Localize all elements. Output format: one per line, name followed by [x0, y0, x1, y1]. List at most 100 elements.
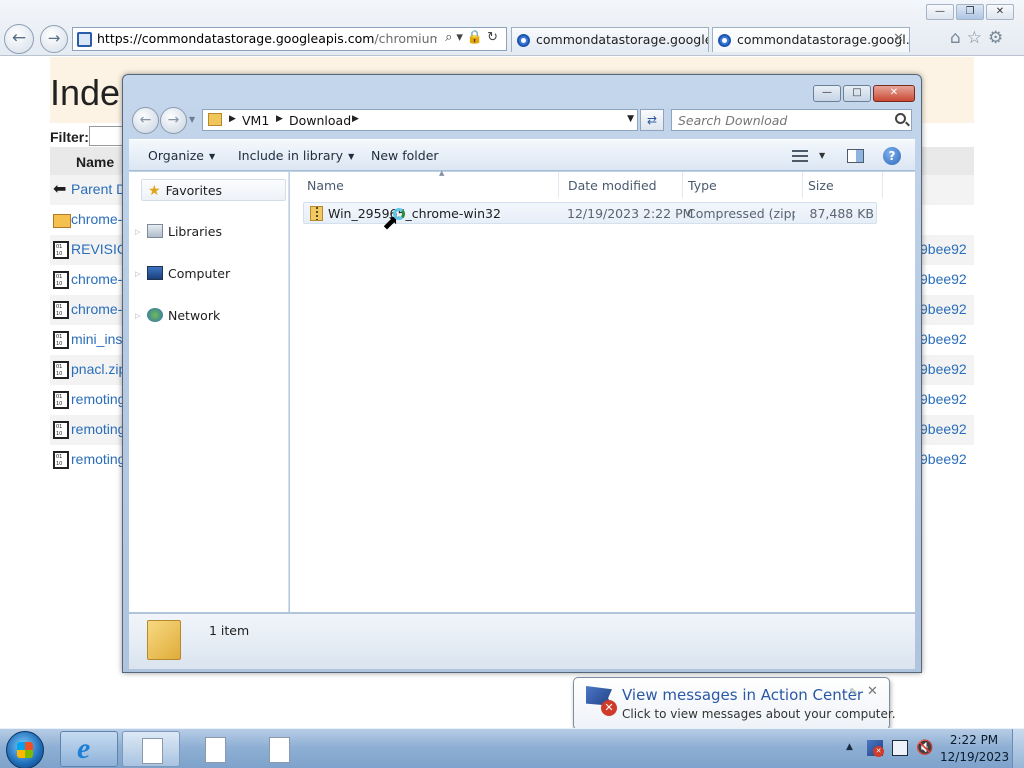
notification-title[interactable]: View messages in Action Center	[622, 686, 863, 704]
notification-close-button[interactable]: ✕	[867, 684, 878, 699]
file-size: 87,488 KB	[809, 206, 874, 221]
row-link[interactable]: chrome-	[71, 211, 122, 227]
tab-close-icon[interactable]: ✕	[893, 31, 904, 46]
row-link[interactable]: chrome-	[71, 271, 122, 287]
show-desktop-button[interactable]	[1012, 729, 1024, 768]
binary-file-icon	[53, 331, 69, 349]
details-pane: 1 item	[129, 613, 915, 669]
expand-arrow-icon[interactable]: ▷	[135, 270, 140, 278]
column-header-size[interactable]: Size	[803, 172, 883, 198]
search-box[interactable]	[671, 109, 912, 131]
nav-label: Favorites	[165, 183, 223, 198]
url-domain: https://commondatastorage.googleapis.com	[97, 31, 375, 46]
explorer-window[interactable]: —□✕ ← → ▼ ▶ VM1 ▶ Download ▶ ▼ ⇄ Organiz…	[122, 74, 922, 673]
nav-label: Libraries	[168, 224, 222, 239]
taskbar-app-3[interactable]	[250, 731, 308, 767]
close-button[interactable]: ✕	[986, 4, 1014, 20]
maximize-button[interactable]: □	[843, 85, 871, 102]
expand-arrow-icon[interactable]: ▷	[135, 228, 140, 236]
binary-file-icon	[53, 421, 69, 439]
browser-tab[interactable]: commondatastorage.googlea...	[511, 27, 709, 52]
help-icon[interactable]: ?	[883, 147, 901, 165]
include-in-library-button[interactable]: Include in library ▼	[238, 148, 354, 163]
expand-arrow-icon[interactable]: ▷	[135, 312, 140, 320]
search-icon[interactable]: ⌕	[445, 30, 456, 45]
column-header-name[interactable]: Name ▲	[302, 169, 559, 198]
column-header-type[interactable]: Type	[683, 172, 803, 198]
favorites-star-icon[interactable]: ☆	[967, 28, 988, 48]
nav-item-network[interactable]: ▷ Network	[135, 308, 221, 323]
chevron-down-icon: ▼	[348, 152, 355, 161]
chevron-right-icon[interactable]: ▶	[352, 114, 359, 124]
row-hash: 9bee92	[920, 361, 967, 377]
organize-button[interactable]: Organize ▼	[148, 148, 215, 163]
network-tray-icon[interactable]	[892, 740, 908, 756]
forward-button[interactable]: →	[40, 25, 68, 53]
lock-icon[interactable]: 🔒	[467, 30, 487, 45]
chevron-down-icon: ▼	[209, 152, 216, 161]
name-column-header[interactable]: Name	[76, 154, 114, 170]
row-link[interactable]: remoting	[71, 451, 125, 467]
row-link[interactable]: REVISIC	[71, 241, 127, 257]
clock-time[interactable]: 2:22 PM	[940, 733, 1008, 747]
file-list[interactable]: Name ▲ Date modified Type Size Win_295965…	[290, 169, 915, 612]
column-header-date-modified[interactable]: Date modified	[563, 172, 683, 198]
minimize-button[interactable]: —	[926, 4, 954, 20]
chevron-down-icon[interactable]: ▼	[627, 114, 634, 124]
address-bar[interactable]: https://commondatastorage.googleapis.com…	[72, 27, 507, 51]
start-button[interactable]	[6, 731, 44, 768]
row-link[interactable]: Parent D	[71, 181, 126, 197]
nav-label: Network	[168, 308, 221, 323]
forward-button[interactable]: →	[160, 107, 187, 134]
refresh-button[interactable]: ⇄	[640, 109, 664, 131]
row-link[interactable]: chrome-	[71, 301, 122, 317]
clock-date[interactable]: 12/19/2023	[940, 750, 1009, 764]
breadcrumb[interactable]: ▶ VM1 ▶ Download ▶ ▼	[202, 109, 638, 131]
nav-item-computer[interactable]: ▷ Computer	[135, 266, 230, 281]
explorer-window-controls: — □ ✕	[811, 84, 915, 102]
row-link[interactable]: remoting	[71, 391, 125, 407]
address-tools[interactable]: ⌕▾🔒↻	[445, 30, 502, 45]
url-text[interactable]: https://commondatastorage.googleapis.com…	[97, 31, 437, 46]
home-icon[interactable]: ⌂	[950, 28, 967, 48]
row-link[interactable]: remoting	[71, 421, 125, 437]
file-name[interactable]: Win_295965_chrome-win32	[328, 206, 558, 221]
file-type: Compressed (zipp...	[687, 206, 795, 221]
chevron-right-icon[interactable]: ▶	[229, 114, 236, 124]
dropdown-icon[interactable]: ▾	[456, 30, 467, 45]
row-link[interactable]: pnacl.zip	[71, 361, 126, 377]
show-hidden-icons-icon[interactable]: ▲	[846, 742, 853, 752]
back-button[interactable]: ←	[4, 24, 34, 54]
chevron-right-icon[interactable]: ▶	[276, 114, 283, 124]
nav-item-favorites[interactable]: ★ Favorites	[141, 179, 286, 201]
recent-pages-dropdown-icon[interactable]: ▼	[189, 115, 195, 124]
breadcrumb-vm1[interactable]: VM1	[242, 113, 269, 128]
search-icon[interactable]	[895, 113, 906, 124]
new-folder-button[interactable]: New folder	[371, 148, 439, 163]
breadcrumb-download[interactable]: Download	[289, 113, 351, 128]
row-hash: 9bee92	[920, 451, 967, 467]
change-view-icon[interactable]	[792, 150, 808, 162]
minimize-button[interactable]: —	[813, 85, 841, 102]
computer-icon	[147, 266, 163, 280]
browser-tab-active[interactable]: commondatastorage.googl... ✕	[712, 27, 910, 52]
action-center-tray-icon[interactable]	[867, 740, 884, 757]
chevron-down-icon[interactable]: ▼	[819, 151, 825, 160]
restore-button[interactable]: ❐	[956, 4, 984, 20]
nav-item-libraries[interactable]: ▷ Libraries	[135, 224, 222, 239]
preview-pane-icon[interactable]	[847, 149, 864, 163]
taskbar-app-1[interactable]	[122, 731, 180, 767]
search-input[interactable]	[678, 112, 878, 128]
organize-label: Organize	[148, 148, 204, 163]
close-button[interactable]: ✕	[873, 85, 915, 102]
binary-file-icon	[53, 391, 69, 409]
row-link[interactable]: mini_ins	[71, 331, 122, 347]
back-button[interactable]: ←	[132, 107, 159, 134]
taskbar-internet-explorer[interactable]: e	[60, 731, 118, 767]
refresh-icon[interactable]: ↻	[487, 30, 502, 45]
gear-icon[interactable]: ⚙	[988, 28, 1009, 48]
action-center-notification[interactable]: ✕ View messages in Action Center Click t…	[573, 677, 896, 730]
volume-muted-icon[interactable]: 🔇	[916, 740, 933, 756]
taskbar-app-2[interactable]	[186, 731, 244, 767]
document-icon	[142, 738, 163, 764]
